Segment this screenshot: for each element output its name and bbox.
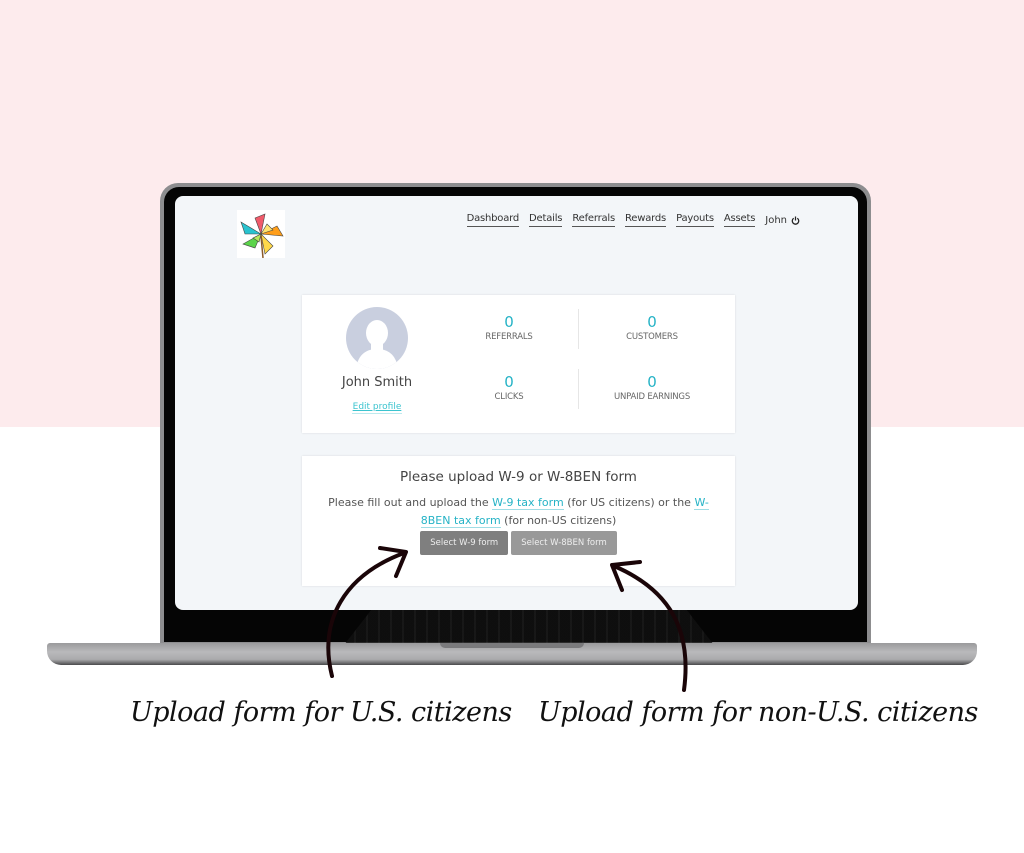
user-menu[interactable]: John: [765, 215, 800, 226]
laptop-lid: Dashboard Details Referrals Rewards Payo…: [160, 183, 871, 646]
nav-details[interactable]: Details: [529, 213, 563, 227]
pinwheel-logo-icon[interactable]: [237, 210, 285, 259]
avatar: [346, 307, 408, 369]
app-screen: Dashboard Details Referrals Rewards Payo…: [175, 196, 858, 610]
stat-label: UNPAID EARNINGS: [613, 392, 691, 402]
keyboard-reflection: [344, 607, 714, 645]
instruction-text: (for non-US citizens): [500, 514, 617, 527]
stat-unpaid-earnings: 0 UNPAID EARNINGS: [582, 373, 722, 402]
stat-label: CLICKS: [494, 392, 524, 402]
stat-referrals: 0 REFERRALS: [439, 313, 579, 342]
nav-rewards[interactable]: Rewards: [625, 213, 666, 227]
nav-dashboard[interactable]: Dashboard: [466, 213, 519, 227]
stat-value: 0: [647, 373, 657, 391]
nav-referrals[interactable]: Referrals: [572, 213, 615, 227]
select-w8ben-form-button[interactable]: Select W-8BEN form: [511, 531, 617, 555]
caption-us-citizens: Upload form for U.S. citizens: [130, 697, 512, 728]
laptop-notch: [440, 643, 584, 648]
upload-title: Please upload W-9 or W-8BEN form: [400, 469, 637, 485]
select-w9-form-button[interactable]: Select W-9 form: [420, 531, 509, 555]
instruction-text: (for US citizens) or the: [563, 496, 695, 509]
top-nav: Dashboard Details Referrals Rewards Payo…: [466, 213, 800, 227]
profile-card: John Smith Edit profile 0 REFERRALS 0 CU…: [302, 295, 735, 433]
w9-tax-form-link[interactable]: W-9 tax form: [492, 496, 564, 510]
stat-clicks: 0 CLICKS: [439, 373, 579, 402]
edit-profile-link[interactable]: Edit profile: [352, 402, 402, 414]
upload-instructions: Please fill out and upload the W-9 tax f…: [318, 494, 719, 530]
caption-non-us-citizens: Upload form for non-U.S. citizens: [538, 697, 978, 728]
nav-assets[interactable]: Assets: [723, 213, 755, 227]
stat-divider: [578, 309, 579, 349]
user-name: John: [765, 214, 787, 226]
stat-divider: [578, 369, 579, 409]
stat-value: 0: [504, 313, 514, 331]
nav-payouts[interactable]: Payouts: [676, 213, 714, 227]
stat-label: CUSTOMERS: [626, 332, 678, 342]
profile-name: John Smith: [341, 375, 413, 390]
user-silhouette-icon: [356, 320, 398, 369]
upload-buttons: Select W-9 form Select W-8BEN form: [302, 531, 735, 555]
tax-form-upload-card: Please upload W-9 or W-8BEN form Please …: [302, 456, 735, 586]
laptop-bezel: Dashboard Details Referrals Rewards Payo…: [164, 187, 867, 645]
stat-value: 0: [504, 373, 514, 391]
stat-label: REFERRALS: [485, 332, 533, 342]
stat-value: 0: [647, 313, 657, 331]
stat-customers: 0 CUSTOMERS: [582, 313, 722, 342]
power-icon[interactable]: [791, 215, 800, 225]
instruction-text: Please fill out and upload the: [328, 496, 493, 509]
